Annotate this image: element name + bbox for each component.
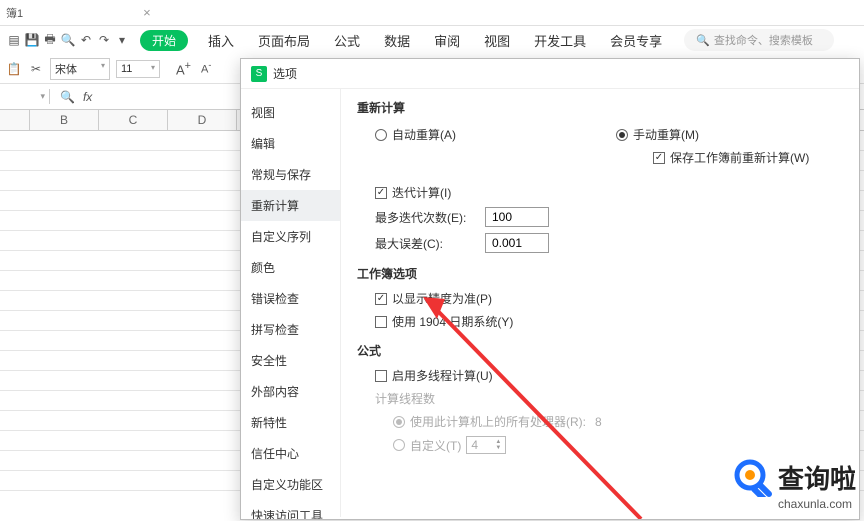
watermark-logo-icon (732, 457, 772, 497)
sidebar-item-spellcheck[interactable]: 拼写检查 (241, 314, 340, 345)
name-box[interactable]: ▾ (0, 89, 50, 104)
close-icon[interactable]: × (143, 5, 151, 20)
chevron-down-icon: ▾ (40, 91, 45, 102)
section-formula-title: 公式 (357, 342, 843, 359)
max-change-label: 最大误差(C): (375, 235, 475, 252)
radio-icon (616, 129, 628, 141)
font-increase-icon[interactable]: A+ (176, 60, 191, 77)
save-icon[interactable]: 💾 (24, 32, 40, 48)
font-size-select[interactable]: 11▾ (116, 60, 160, 78)
max-change-input[interactable] (485, 233, 549, 253)
radio-icon (393, 416, 405, 428)
print-icon[interactable]: 🖶 (42, 32, 58, 48)
sidebar-item-trust[interactable]: 信任中心 (241, 438, 340, 469)
sidebar-item-security[interactable]: 安全性 (241, 345, 340, 376)
checkbox-1904-date[interactable]: 使用 1904 日期系统(Y) (375, 313, 843, 330)
sidebar-item-newfeature[interactable]: 新特性 (241, 407, 340, 438)
menu-insert[interactable]: 插入 (198, 29, 244, 52)
dialog-content: 重新计算 自动重算(A) 手动重算(M) 保存工作簿前重新计算(W) (341, 89, 859, 517)
cut-icon[interactable]: ✂ (28, 61, 44, 77)
font-tools: A+ A- (176, 60, 211, 77)
main-menu: ▤ 💾 🖶 🔍 ↶ ↷ ▾ 开始 插入 页面布局 公式 数据 审阅 视图 开发工… (0, 26, 864, 54)
section-recalc-title: 重新计算 (357, 99, 843, 116)
search-icon: 🔍 (696, 35, 710, 47)
menu-review[interactable]: 审阅 (424, 29, 470, 52)
watermark-url: chaxunla.com (778, 497, 856, 511)
paste-icon[interactable]: 📋 (6, 61, 22, 77)
file-tab-bar: 簿1 × (0, 0, 864, 26)
undo-icon[interactable]: ↶ (78, 32, 94, 48)
menu-home[interactable]: 开始 (140, 30, 188, 51)
custom-thread-input: 4 ▲▼ (466, 436, 506, 454)
checkbox-recalc-before-save[interactable]: 保存工作簿前重新计算(W) (653, 149, 843, 166)
calc-threads-label: 计算线程数 (375, 390, 843, 407)
menu-formulas[interactable]: 公式 (324, 29, 370, 52)
col-header[interactable]: B (30, 110, 99, 130)
radio-icon (375, 129, 387, 141)
dropdown-icon[interactable]: ▾ (114, 32, 130, 48)
watermark: 查询啦 chaxunla.com (732, 457, 856, 511)
max-iter-input[interactable] (485, 207, 549, 227)
font-select[interactable]: 宋体▾ (50, 58, 110, 80)
radio-auto-recalc[interactable]: 自动重算(A) (375, 126, 456, 143)
sidebar-item-color[interactable]: 颜色 (241, 252, 340, 283)
checkbox-icon (653, 152, 665, 164)
app-icon: S (251, 66, 267, 82)
preview-icon[interactable]: 🔍 (60, 32, 76, 48)
sidebar-item-customribbon[interactable]: 自定义功能区 (241, 469, 340, 500)
menu-developer[interactable]: 开发工具 (524, 29, 596, 52)
font-decrease-icon[interactable]: A- (201, 60, 211, 77)
section-workbook-title: 工作簿选项 (357, 265, 843, 282)
radio-manual-recalc[interactable]: 手动重算(M) (616, 126, 699, 143)
options-dialog: S 选项 视图 编辑 常规与保存 重新计算 自定义序列 颜色 错误检查 拼写检查… (240, 58, 860, 520)
checkbox-icon (375, 187, 387, 199)
checkbox-icon (375, 316, 387, 328)
sidebar-item-external[interactable]: 外部内容 (241, 376, 340, 407)
dialog-sidebar: 视图 编辑 常规与保存 重新计算 自定义序列 颜色 错误检查 拼写检查 安全性 … (241, 89, 341, 517)
quick-access: ▤ 💾 🖶 🔍 ↶ ↷ ▾ (6, 32, 130, 48)
menu-data[interactable]: 数据 (374, 29, 420, 52)
checkbox-iterative[interactable]: 迭代计算(I) (375, 184, 843, 201)
sidebar-item-errorcheck[interactable]: 错误检查 (241, 283, 340, 314)
menu-pagelayout[interactable]: 页面布局 (248, 29, 320, 52)
dialog-title: 选项 (273, 65, 297, 82)
file-tab[interactable]: 簿1 (6, 5, 23, 21)
checkbox-precision-as-displayed[interactable]: 以显示精度为准(P) (375, 290, 843, 307)
sidebar-item-general[interactable]: 常规与保存 (241, 159, 340, 190)
sidebar-item-customlist[interactable]: 自定义序列 (241, 221, 340, 252)
search-input[interactable]: 🔍查找命令、搜索模板 (684, 29, 834, 51)
checkbox-icon (375, 370, 387, 382)
zoom-icon[interactable]: 🔍 (60, 90, 75, 104)
col-header[interactable]: C (99, 110, 168, 130)
sidebar-item-edit[interactable]: 编辑 (241, 128, 340, 159)
menu-view[interactable]: 视图 (474, 29, 520, 52)
watermark-text: 查询啦 (778, 459, 856, 496)
sidebar-item-quickaccess[interactable]: 快速访问工具栏 (241, 500, 340, 520)
checkbox-icon (375, 293, 387, 305)
max-iter-label: 最多迭代次数(E): (375, 209, 475, 226)
fx-label[interactable]: fx (83, 90, 92, 104)
dialog-title-bar: S 选项 (241, 59, 859, 89)
radio-icon (393, 439, 405, 451)
menu-member[interactable]: 会员专享 (600, 29, 672, 52)
processor-count: 8 (595, 415, 602, 429)
sidebar-item-view[interactable]: 视图 (241, 97, 340, 128)
redo-icon[interactable]: ↷ (96, 32, 112, 48)
col-header[interactable]: D (168, 110, 237, 130)
app-icon[interactable]: ▤ (6, 32, 22, 48)
checkbox-multithread[interactable]: 启用多线程计算(U) (375, 367, 843, 384)
sidebar-item-recalc[interactable]: 重新计算 (241, 190, 340, 221)
radio-custom-threads: 自定义(T) 4 ▲▼ (393, 436, 843, 454)
radio-all-processors: 使用此计算机上的所有处理器(R): 8 (393, 413, 843, 430)
select-all-corner[interactable] (0, 110, 30, 130)
